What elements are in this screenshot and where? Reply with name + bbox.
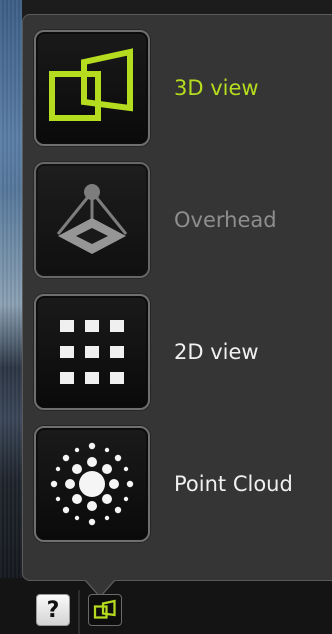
help-button[interactable]: ? — [36, 594, 70, 626]
point-cloud-icon — [50, 442, 134, 526]
3d-view-icon — [93, 599, 116, 619]
toolbar-divider — [78, 590, 80, 634]
menu-item-label: 2D view — [174, 340, 259, 364]
overhead-icon — [56, 184, 128, 254]
menu-item-label: 3D view — [174, 76, 259, 100]
menu-item-point-cloud[interactable]: Point Cloud — [34, 426, 330, 546]
view-mode-button[interactable] — [88, 594, 122, 626]
3d-view-icon — [49, 48, 133, 121]
menu-item-label: Point Cloud — [174, 472, 293, 496]
point-cloud-tile[interactable] — [34, 426, 150, 542]
background-scene — [0, 0, 22, 634]
menu-item-2d-view[interactable]: 2D view — [34, 294, 330, 414]
2d-view-tile[interactable] — [34, 294, 150, 410]
2d-view-icon — [60, 320, 124, 384]
menu-item-3d-view[interactable]: 3D view — [34, 30, 330, 150]
menu-item-label: Overhead — [174, 208, 277, 232]
3d-view-tile[interactable] — [34, 30, 150, 146]
help-button-label: ? — [46, 597, 60, 623]
menu-item-overhead[interactable]: Overhead — [34, 162, 330, 282]
overhead-tile[interactable] — [34, 162, 150, 278]
